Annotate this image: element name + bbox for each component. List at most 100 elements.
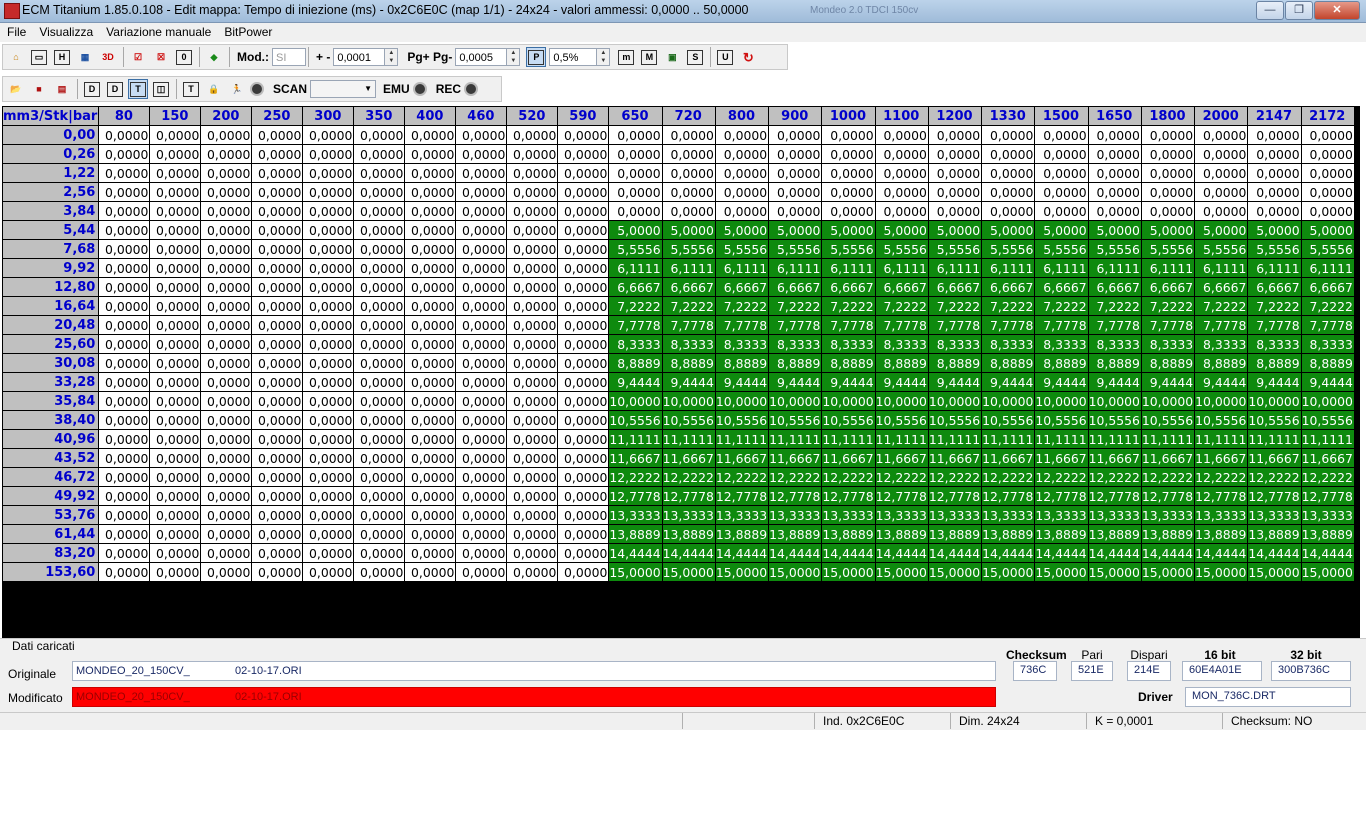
- map-cell[interactable]: 0,0000: [303, 335, 354, 353]
- map-cell-modified[interactable]: 8,8889: [609, 354, 662, 372]
- map-cell-modified[interactable]: 12,2222: [1195, 468, 1248, 486]
- map-column-header[interactable]: 800: [715, 107, 769, 125]
- map-row-header[interactable]: 7,68: [3, 240, 99, 258]
- map-cell[interactable]: 0,0000: [201, 449, 252, 467]
- map-cell-modified[interactable]: 13,8889: [715, 525, 769, 543]
- map-cell-modified[interactable]: 9,4444: [928, 373, 982, 391]
- map-cell[interactable]: 0,0000: [875, 183, 928, 201]
- map-cell-modified[interactable]: 10,5556: [822, 411, 875, 429]
- map-cell[interactable]: 0,0000: [99, 297, 150, 315]
- map-cell[interactable]: 0,0000: [354, 525, 405, 543]
- map-cell[interactable]: 0,0000: [99, 392, 150, 410]
- map-cell[interactable]: 0,0000: [252, 145, 303, 163]
- map-cell[interactable]: 0,0000: [507, 354, 558, 372]
- map-cell-modified[interactable]: 10,0000: [1248, 392, 1301, 410]
- map-cell[interactable]: 0,0000: [558, 487, 609, 505]
- map-cell-modified[interactable]: 13,8889: [982, 525, 1035, 543]
- map-cell[interactable]: 0,0000: [456, 449, 507, 467]
- map-cell-modified[interactable]: 7,2222: [609, 297, 662, 315]
- map-cell-modified[interactable]: 13,8889: [662, 525, 715, 543]
- map-cell[interactable]: 0,0000: [252, 563, 303, 581]
- map-cell-modified[interactable]: 12,7778: [822, 487, 875, 505]
- map-cell-modified[interactable]: 13,3333: [662, 506, 715, 524]
- map-cell[interactable]: 0,0000: [507, 544, 558, 562]
- map-cell-modified[interactable]: 7,2222: [928, 297, 982, 315]
- map-cell[interactable]: 0,0000: [303, 563, 354, 581]
- map-cell[interactable]: 0,0000: [456, 506, 507, 524]
- map-cell-modified[interactable]: 7,7778: [928, 316, 982, 334]
- map-cell[interactable]: 0,0000: [456, 354, 507, 372]
- map-cell[interactable]: 0,0000: [456, 468, 507, 486]
- map-cell[interactable]: 0,0000: [201, 392, 252, 410]
- map-cell-modified[interactable]: 14,4444: [609, 544, 662, 562]
- map-cell[interactable]: 0,0000: [99, 468, 150, 486]
- map-cell[interactable]: 0,0000: [201, 373, 252, 391]
- map-cell[interactable]: 0,0000: [99, 335, 150, 353]
- map-cell[interactable]: 0,0000: [507, 221, 558, 239]
- map-cell-modified[interactable]: 8,8889: [982, 354, 1035, 372]
- map-cell[interactable]: 0,0000: [1088, 202, 1141, 220]
- map-cell-modified[interactable]: 5,5556: [1088, 240, 1141, 258]
- map-cell-modified[interactable]: 14,4444: [662, 544, 715, 562]
- map-cell-modified[interactable]: 9,4444: [769, 373, 822, 391]
- map-cell[interactable]: 0,0000: [456, 392, 507, 410]
- map-cell-modified[interactable]: 10,0000: [982, 392, 1035, 410]
- map-cell[interactable]: 0,0000: [875, 164, 928, 182]
- map-cell[interactable]: 0,0000: [405, 126, 456, 144]
- map-cell[interactable]: 0,0000: [1248, 126, 1301, 144]
- map-cell[interactable]: 0,0000: [150, 525, 201, 543]
- map-cell-modified[interactable]: 13,3333: [609, 506, 662, 524]
- map-cell[interactable]: 0,0000: [201, 297, 252, 315]
- map-cell[interactable]: 0,0000: [354, 373, 405, 391]
- map-cell[interactable]: 0,0000: [354, 183, 405, 201]
- map-cell[interactable]: 0,0000: [558, 240, 609, 258]
- map-cell-modified[interactable]: 13,8889: [769, 525, 822, 543]
- map-cell[interactable]: 0,0000: [354, 145, 405, 163]
- map-cell-modified[interactable]: 12,2222: [662, 468, 715, 486]
- menu-visualizza[interactable]: Visualizza: [32, 23, 99, 42]
- map-cell[interactable]: 0,0000: [507, 411, 558, 429]
- split-view-icon[interactable]: ◫: [151, 79, 171, 99]
- map-cell[interactable]: 0,0000: [609, 164, 662, 182]
- map-cell[interactable]: 0,0000: [252, 468, 303, 486]
- map-cell[interactable]: 0,0000: [354, 430, 405, 448]
- map-cell[interactable]: 0,0000: [150, 164, 201, 182]
- map-cell[interactable]: 0,0000: [303, 278, 354, 296]
- map-cell[interactable]: 0,0000: [252, 164, 303, 182]
- map-cell-modified[interactable]: 5,0000: [769, 221, 822, 239]
- map-cell-modified[interactable]: 13,3333: [1195, 506, 1248, 524]
- map-cell-modified[interactable]: 6,1111: [875, 259, 928, 277]
- map-cell[interactable]: 0,0000: [456, 487, 507, 505]
- map-cell-modified[interactable]: 13,8889: [609, 525, 662, 543]
- color-marker-icon[interactable]: ◆: [204, 47, 224, 67]
- map-cell-modified[interactable]: 5,0000: [1301, 221, 1354, 239]
- map-cell-modified[interactable]: 15,0000: [1301, 563, 1354, 581]
- map-cell[interactable]: 0,0000: [99, 202, 150, 220]
- map-cell-modified[interactable]: 15,0000: [769, 563, 822, 581]
- map-cell[interactable]: 0,0000: [405, 525, 456, 543]
- map-cell[interactable]: 0,0000: [201, 183, 252, 201]
- map-cell-modified[interactable]: 12,7778: [769, 487, 822, 505]
- map-cell-modified[interactable]: 6,6667: [822, 278, 875, 296]
- map-cell[interactable]: 0,0000: [354, 164, 405, 182]
- mod-field[interactable]: SI: [272, 48, 306, 66]
- map-row-header[interactable]: 40,96: [3, 430, 99, 448]
- checklist-icon[interactable]: ☑: [128, 47, 148, 67]
- map-cell[interactable]: 0,0000: [354, 278, 405, 296]
- map-cell-modified[interactable]: 11,1111: [1195, 430, 1248, 448]
- map-cell-modified[interactable]: 12,2222: [1088, 468, 1141, 486]
- 3d-view-icon[interactable]: 3D: [98, 47, 118, 67]
- map-cell-modified[interactable]: 13,3333: [1141, 506, 1195, 524]
- map-row-header[interactable]: 38,40: [3, 411, 99, 429]
- map-cell[interactable]: 0,0000: [354, 563, 405, 581]
- map-cell[interactable]: 0,0000: [303, 354, 354, 372]
- map-cell-modified[interactable]: 5,5556: [982, 240, 1035, 258]
- map-cell-modified[interactable]: 10,0000: [1088, 392, 1141, 410]
- map-cell[interactable]: 0,0000: [1141, 145, 1195, 163]
- map-cell[interactable]: 0,0000: [303, 183, 354, 201]
- map-cell-modified[interactable]: 11,6667: [875, 449, 928, 467]
- map-cell[interactable]: 0,0000: [201, 145, 252, 163]
- home-icon[interactable]: ⌂: [6, 47, 26, 67]
- map-cell[interactable]: 0,0000: [769, 145, 822, 163]
- map-cell-modified[interactable]: 12,7778: [928, 487, 982, 505]
